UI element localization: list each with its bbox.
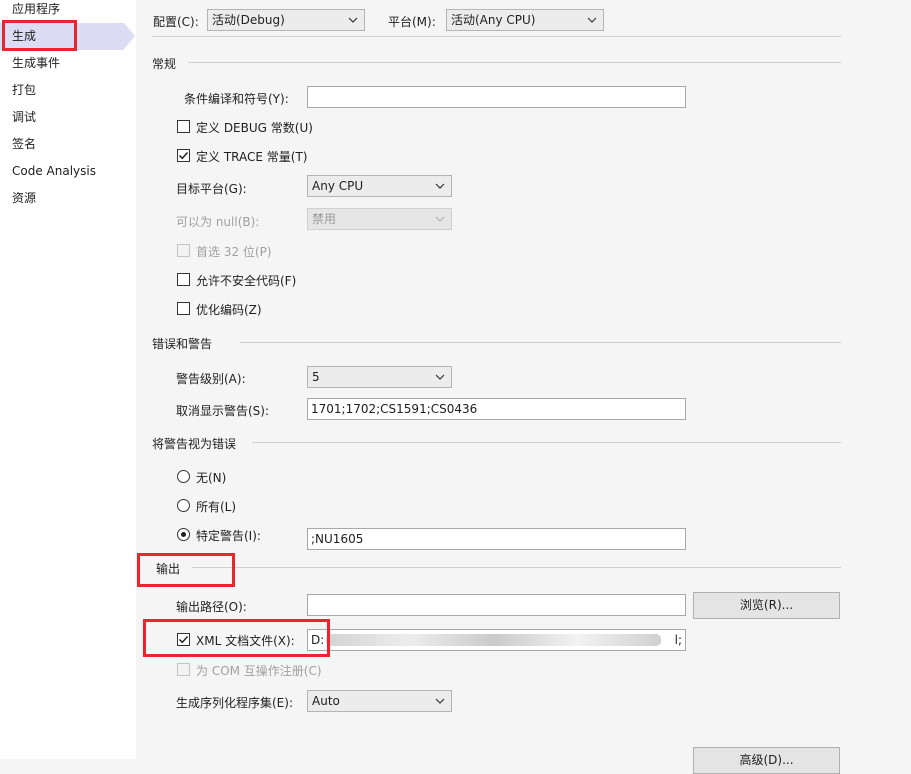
config-select[interactable]: 活动(Debug) [207, 9, 365, 31]
nullable-label: 可以为 null(B): [176, 215, 260, 229]
highlight-box-output [137, 553, 235, 587]
sidebar-item-code-analysis[interactable]: Code Analysis [0, 158, 136, 185]
sidebar-item-build-events[interactable]: 生成事件 [0, 50, 136, 77]
treat-warnings-specific-radio[interactable] [177, 528, 190, 541]
define-debug-label: 定义 DEBUG 常数(U) [196, 121, 313, 135]
chevron-down-icon [435, 698, 445, 704]
config-value: 活动(Debug) [212, 13, 285, 27]
config-label: 配置(C): [153, 15, 199, 29]
platform-select[interactable]: 活动(Any CPU) [446, 9, 604, 31]
serialization-select[interactable]: Auto [307, 690, 452, 712]
warning-level-select[interactable]: 5 [307, 366, 452, 388]
optimize-checkbox[interactable] [177, 302, 190, 315]
section-title-errors: 错误和警告 [152, 337, 213, 351]
checkmark-icon [179, 152, 189, 160]
treat-warnings-none-label: 无(N) [196, 471, 227, 485]
radio-selected-dot [181, 532, 186, 537]
section-treat-warnings: 将警告视为错误 [152, 435, 841, 451]
define-trace-label: 定义 TRACE 常量(T) [196, 150, 308, 164]
output-path-input[interactable] [307, 594, 686, 616]
suppress-warnings-label: 取消显示警告(S): [176, 404, 270, 418]
section-divider [240, 342, 841, 343]
section-title-general: 常规 [152, 57, 177, 71]
nullable-select: 禁用 [307, 208, 452, 230]
define-debug-checkbox[interactable] [177, 120, 190, 133]
serialization-value: Auto [312, 694, 340, 708]
xml-doc-path-input[interactable]: D: l; [307, 629, 686, 651]
xml-doc-path-end: l; [674, 633, 682, 647]
section-general: 常规 [152, 55, 841, 71]
com-interop-label: 为 COM 互操作注册(C) [196, 664, 322, 678]
platform-target-value: Any CPU [312, 179, 364, 193]
advanced-button[interactable]: 高级(D)... [693, 747, 840, 774]
section-output: 输出 [152, 560, 841, 576]
com-interop-checkbox [177, 663, 190, 676]
unsafe-code-label: 允许不安全代码(F) [196, 274, 297, 288]
serialization-label: 生成序列化程序集(E): [176, 696, 293, 710]
output-path-label: 输出路径(O): [176, 600, 247, 614]
conditional-symbols-label: 条件编译和符号(Y): [184, 92, 289, 106]
sidebar: 应用程序 生成 生成事件 打包 调试 签名 Code Analysis 资源 [0, 0, 136, 759]
sidebar-item-resources[interactable]: 资源 [0, 185, 136, 212]
platform-target-select[interactable]: Any CPU [307, 175, 452, 197]
treat-warnings-all-radio[interactable] [177, 499, 190, 512]
platform-label: 平台(M): [388, 15, 436, 29]
section-divider [188, 62, 841, 63]
warning-level-label: 警告级别(A): [176, 372, 246, 386]
specific-warnings-input[interactable]: ;NU1605 [307, 528, 686, 550]
treat-warnings-specific-label: 特定警告(I): [196, 529, 261, 543]
highlight-box-xml-doc [143, 619, 330, 657]
chevron-down-icon [435, 216, 445, 222]
conditional-symbols-input[interactable] [307, 86, 686, 108]
prefer32-label: 首选 32 位(P) [196, 245, 272, 259]
treat-warnings-none-radio[interactable] [177, 470, 190, 483]
browse-button[interactable]: 浏览(R)... [693, 592, 840, 619]
warning-level-value: 5 [312, 370, 320, 384]
chevron-down-icon [587, 17, 597, 23]
chevron-down-icon [348, 17, 358, 23]
section-divider [252, 442, 841, 443]
unsafe-code-checkbox[interactable] [177, 273, 190, 286]
selected-indicator [124, 23, 135, 49]
redacted-path [326, 634, 661, 646]
treat-warnings-all-label: 所有(L) [196, 500, 237, 514]
suppress-warnings-input[interactable]: 1701;1702;CS1591;CS0436 [307, 398, 686, 420]
sidebar-item-debug[interactable]: 调试 [0, 104, 136, 131]
optimize-label: 优化编码(Z) [196, 303, 262, 317]
chevron-down-icon [435, 374, 445, 380]
platform-value: 活动(Any CPU) [451, 13, 536, 27]
header-divider [152, 36, 841, 37]
platform-target-label: 目标平台(G): [176, 182, 247, 196]
section-errors-warnings: 错误和警告 [152, 335, 841, 351]
define-trace-checkbox[interactable] [177, 149, 190, 162]
section-divider [192, 567, 841, 568]
section-title-treat-warnings: 将警告视为错误 [152, 437, 237, 451]
highlight-box-build [2, 20, 77, 51]
nullable-value: 禁用 [312, 212, 337, 226]
sidebar-item-signing[interactable]: 签名 [0, 131, 136, 158]
prefer32-checkbox [177, 244, 190, 257]
chevron-down-icon [435, 183, 445, 189]
sidebar-item-package[interactable]: 打包 [0, 77, 136, 104]
